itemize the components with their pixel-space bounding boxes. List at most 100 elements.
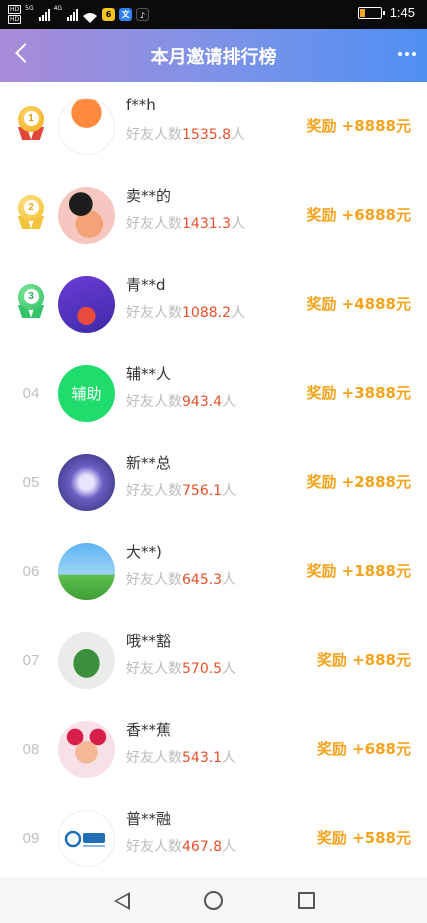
rank-number: 07: [22, 652, 40, 669]
clock: 1:45: [389, 5, 415, 20]
friend-count-unit: 人: [231, 127, 245, 143]
battery-icon: [357, 6, 385, 19]
list-item[interactable]: 07 哦**豁好友人数570.5人 奖励 +888元: [0, 616, 427, 705]
reward-amount: 奖励 +888元: [316, 651, 411, 669]
user-name: 普**融: [126, 810, 172, 828]
list-item[interactable]: 04 辅助 辅**人 好友人数943.4人 奖励 +3888元: [0, 349, 427, 438]
signal-icon: [38, 8, 50, 21]
avatar[interactable]: [58, 187, 115, 244]
reward-amount: 奖励 +3888元: [306, 384, 411, 402]
medal-icon: 1: [17, 105, 45, 140]
hd-icon: HD HD: [8, 5, 22, 24]
friend-count-value: 756.1: [182, 483, 223, 499]
medal-icon: 3: [17, 283, 45, 318]
tiktok-icon: ♪: [136, 8, 150, 21]
list-item[interactable]: 08 香**蕉好友人数543.1人 奖励 +688元: [0, 705, 427, 794]
friend-count-unit: 人: [222, 483, 237, 499]
reward-amount: 奖励 +588元: [316, 829, 411, 847]
rank-number: 06: [22, 563, 40, 580]
friend-count: 好友人数570.5人: [126, 658, 236, 678]
avatar-text: 辅助: [71, 385, 102, 403]
list-item[interactable]: 09 普**融 好友人数467.8人 奖励 +588元: [0, 794, 427, 883]
system-nav-bar: [0, 877, 427, 923]
user-name: 青**d: [126, 276, 166, 294]
user-name: 大**): [126, 543, 162, 561]
list-item[interactable]: 06 大**) 好友人数645.3人 奖励 +1888元: [0, 527, 427, 616]
avatar[interactable]: [58, 810, 115, 867]
status-icons-right: 1:45: [357, 5, 415, 20]
page-title: 本月邀请排行榜: [150, 47, 277, 68]
rank-number: 08: [22, 741, 40, 758]
app-header: 本月邀请排行榜: [0, 29, 427, 82]
friend-count-label: 好友人数: [126, 127, 182, 143]
medal-icon: 2: [17, 194, 45, 229]
avatar[interactable]: [58, 454, 115, 511]
avatar[interactable]: [58, 98, 115, 155]
nav-recent-icon[interactable]: [298, 892, 315, 909]
friend-count-unit: 人: [222, 661, 237, 677]
rank-badge: 07: [14, 616, 48, 705]
friend-count-value: 1535.8: [182, 127, 231, 143]
list-item[interactable]: 2 卖**的好友人数1431.3人 奖励 +6888元: [0, 171, 427, 260]
friend-count-unit: 人: [222, 394, 237, 410]
friend-count-value: 570.5: [182, 661, 223, 677]
user-name: 新**总: [126, 454, 172, 472]
friend-count: 好友人数543.1人: [126, 747, 236, 767]
friend-count: 好友人数943.4人: [126, 391, 236, 411]
more-dots-icon[interactable]: [395, 43, 419, 65]
app-icon: 6: [102, 8, 116, 21]
list-item[interactable]: 3 青**d 好友人数1088.2人 奖励 +4888元: [0, 260, 427, 349]
friend-count-value: 467.8: [182, 839, 223, 855]
list-item[interactable]: 05 新**总好友人数756.1人 奖励 +2888元: [0, 438, 427, 527]
friend-count-value: 645.3: [182, 572, 223, 588]
user-name: 卖**的: [126, 187, 172, 205]
network-type-2: 4G: [53, 5, 63, 12]
reward-amount: 奖励 +2888元: [306, 473, 411, 491]
friend-count-label: 好友人数: [126, 305, 182, 321]
friend-count-unit: 人: [231, 216, 245, 232]
reward-amount: 奖励 +8888元: [306, 117, 411, 135]
reward-amount: 奖励 +1888元: [306, 562, 411, 580]
avatar[interactable]: 辅助: [58, 365, 115, 422]
rank-badge: 2: [14, 171, 48, 260]
friend-count: 好友人数1431.3人: [126, 213, 245, 233]
friend-count: 好友人数645.3人: [126, 569, 236, 589]
friend-count-label: 好友人数: [126, 394, 182, 410]
user-name: 哦**豁: [126, 632, 172, 650]
leaderboard-list: 1 f**h 好友人数1535.8人 奖励 +8888元 2 卖**的 好友人数1431.3…: [0, 82, 427, 883]
friend-count-label: 好友人数: [126, 839, 182, 855]
rank-number: 05: [22, 474, 40, 491]
rank-number: 2: [23, 200, 39, 215]
rank-badge: 06: [14, 527, 48, 616]
rank-number: 3: [23, 289, 39, 304]
friend-count-value: 543.1: [182, 750, 223, 766]
sim1-label: HD: [8, 5, 22, 14]
avatar[interactable]: [58, 543, 115, 600]
rank-badge: 1: [14, 82, 48, 171]
user-name: 香**蕉: [126, 721, 172, 739]
friend-count: 好友人数1088.2人: [126, 302, 245, 322]
status-icons-left: HD HD 5G 4G 6 文 ♪: [8, 3, 150, 26]
rank-number: 1: [23, 111, 39, 126]
rank-badge: 3: [14, 260, 48, 349]
avatar[interactable]: [58, 632, 115, 689]
rank-badge: 08: [14, 705, 48, 794]
nav-back-icon[interactable]: [114, 892, 130, 910]
list-item[interactable]: 1 f**h 好友人数1535.8人 奖励 +8888元: [0, 82, 427, 171]
rank-badge: 04: [14, 349, 48, 438]
rank-number: 09: [22, 830, 40, 847]
avatar[interactable]: [58, 276, 115, 333]
avatar[interactable]: [58, 721, 115, 778]
reward-amount: 奖励 +688元: [316, 740, 411, 758]
friend-count-unit: 人: [222, 572, 237, 588]
friend-count-label: 好友人数: [126, 661, 182, 677]
user-name: f**h: [126, 96, 156, 114]
reward-amount: 奖励 +6888元: [306, 206, 411, 224]
nav-home-icon[interactable]: [204, 891, 223, 910]
friend-count-label: 好友人数: [126, 750, 182, 766]
rank-badge: 05: [14, 438, 48, 527]
friend-count-label: 好友人数: [126, 572, 182, 588]
friend-count-value: 1431.3: [182, 216, 231, 232]
friend-count-label: 好友人数: [126, 483, 182, 499]
friend-count-unit: 人: [222, 750, 237, 766]
